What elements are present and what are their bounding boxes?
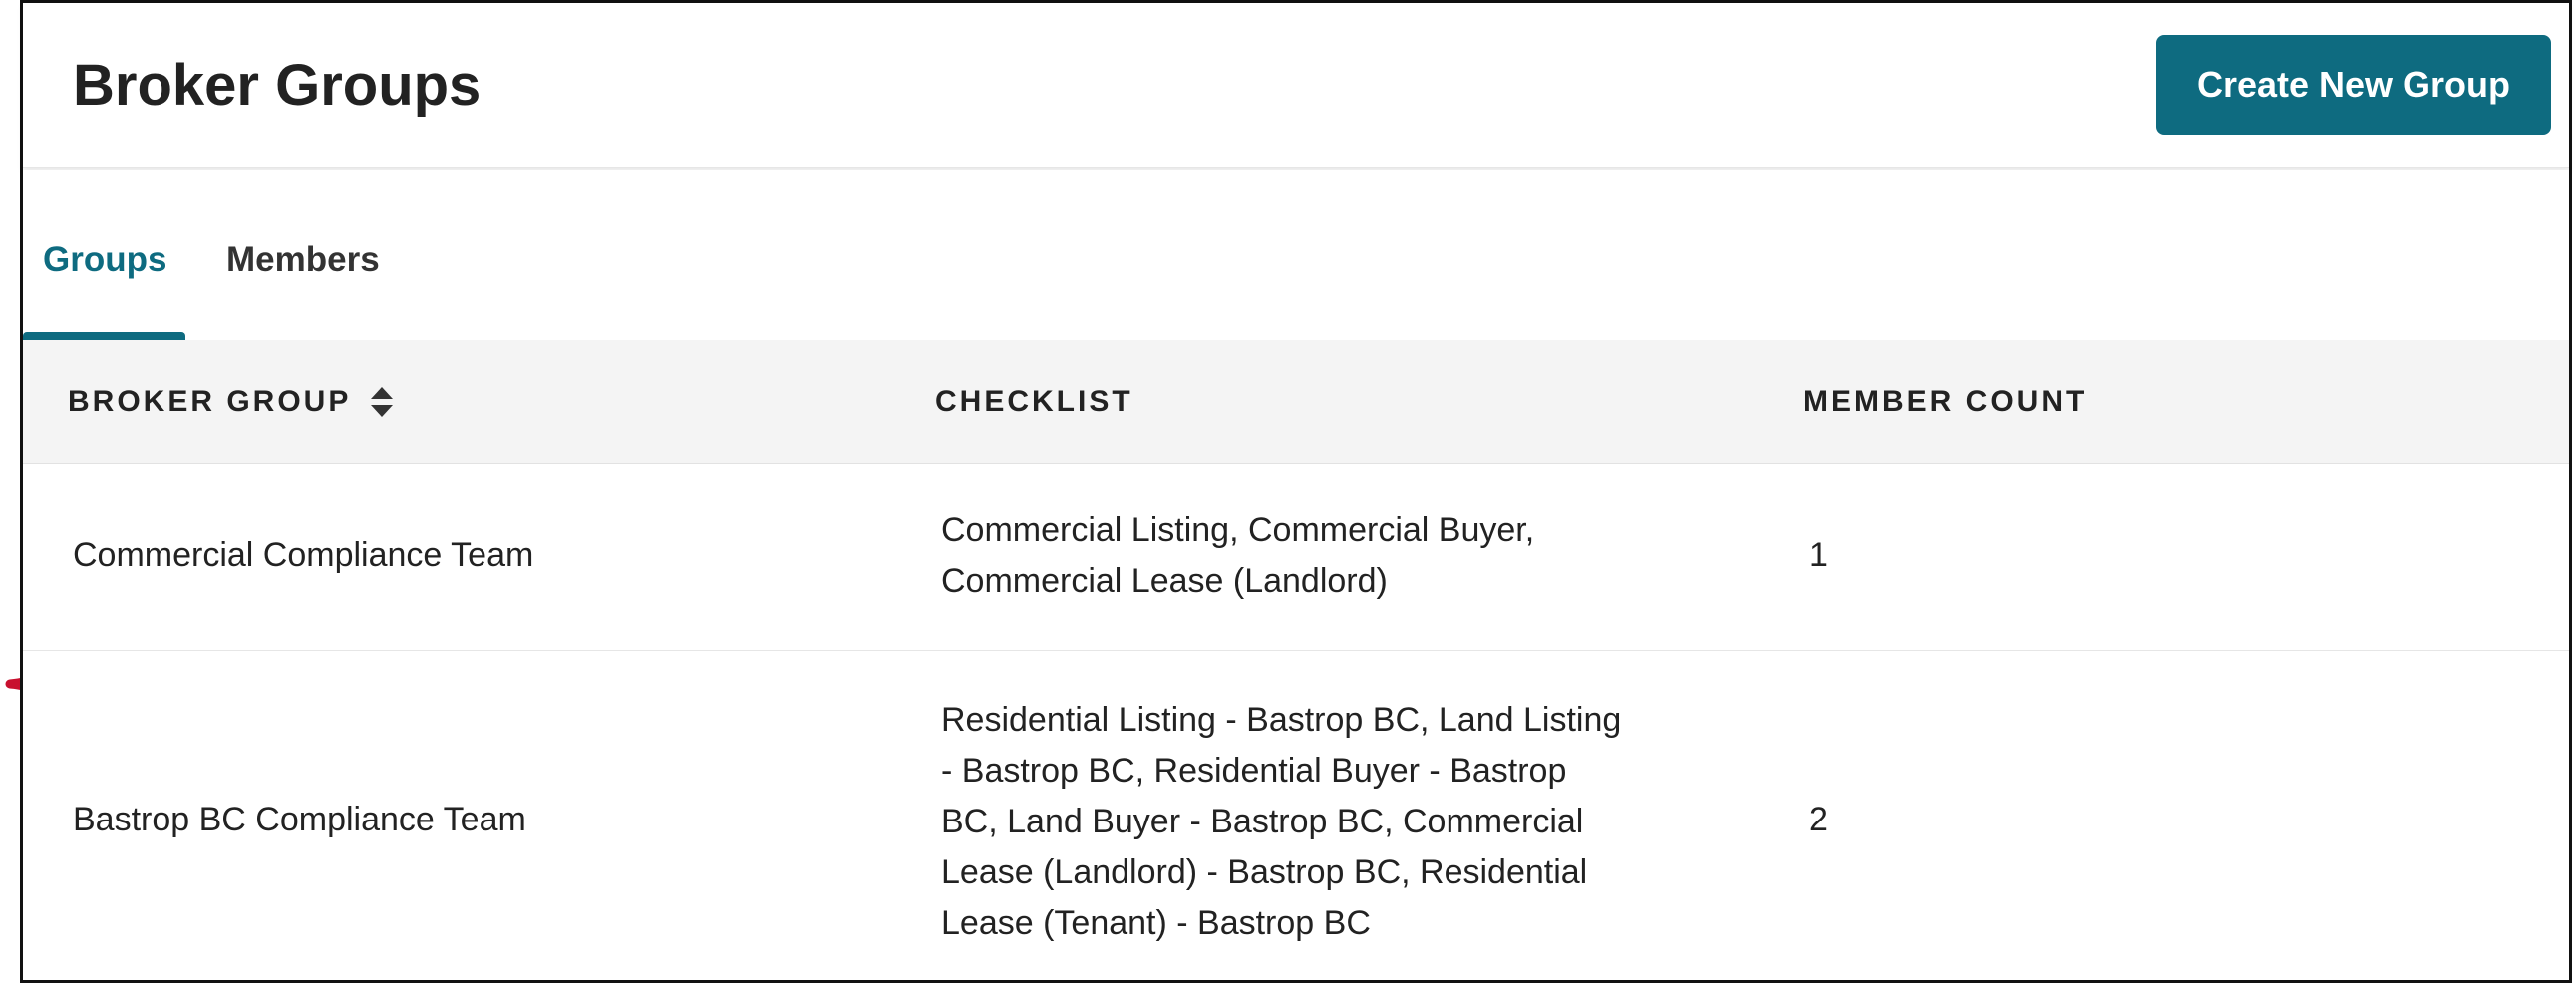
column-header-member-count: MEMBER COUNT: [1803, 385, 2088, 418]
tab-groups[interactable]: Groups: [43, 238, 166, 282]
checklist-line: Residential Listing - Bastrop BC, Land L…: [941, 701, 1622, 739]
member-count: 1: [1809, 536, 1828, 574]
checklist-cell: Commercial Listing, Commercial Buyer, Co…: [941, 505, 1699, 607]
checklist-line: Commercial Listing, Commercial Buyer,: [941, 511, 1535, 549]
tab-members[interactable]: Members: [226, 238, 380, 282]
member-count: 2: [1809, 801, 1828, 838]
page-header: Broker Groups Create New Group: [23, 3, 2569, 168]
tab-bar: Groups Members: [23, 170, 2569, 340]
column-header-broker-group[interactable]: BROKER GROUP: [68, 382, 395, 422]
broker-group-name[interactable]: Commercial Compliance Team: [73, 530, 533, 581]
checklist-cell: Residential Listing - Bastrop BC, Land L…: [941, 695, 1699, 949]
table-row[interactable]: Commercial Compliance Team Commercial Li…: [23, 464, 2569, 651]
column-header-label: BROKER GROUP: [68, 385, 352, 418]
table-row[interactable]: Bastrop BC Compliance Team Residential L…: [23, 651, 2569, 984]
create-new-group-button[interactable]: Create New Group: [2156, 35, 2551, 135]
checklist-line: BC, Land Buyer - Bastrop BC, Commercial: [941, 803, 1584, 840]
checklist-line: Lease (Landlord) - Bastrop BC, Residenti…: [941, 853, 1588, 891]
active-tab-indicator: [23, 332, 185, 340]
checklist-line: - Bastrop BC, Residential Buyer - Bastro…: [941, 752, 1567, 790]
checklist-line: Lease (Tenant) - Bastrop BC: [941, 904, 1371, 942]
broker-group-name[interactable]: Bastrop BC Compliance Team: [73, 795, 526, 845]
table-header: BROKER GROUP CHECKLIST MEMBER COUNT: [23, 340, 2569, 464]
column-header-checklist: CHECKLIST: [935, 385, 1133, 418]
page-frame: Broker Groups Create New Group Groups Me…: [20, 0, 2572, 983]
page-title: Broker Groups: [73, 53, 482, 118]
checklist-line: Commercial Lease (Landlord): [941, 562, 1388, 600]
sort-updown-icon[interactable]: [369, 385, 395, 419]
